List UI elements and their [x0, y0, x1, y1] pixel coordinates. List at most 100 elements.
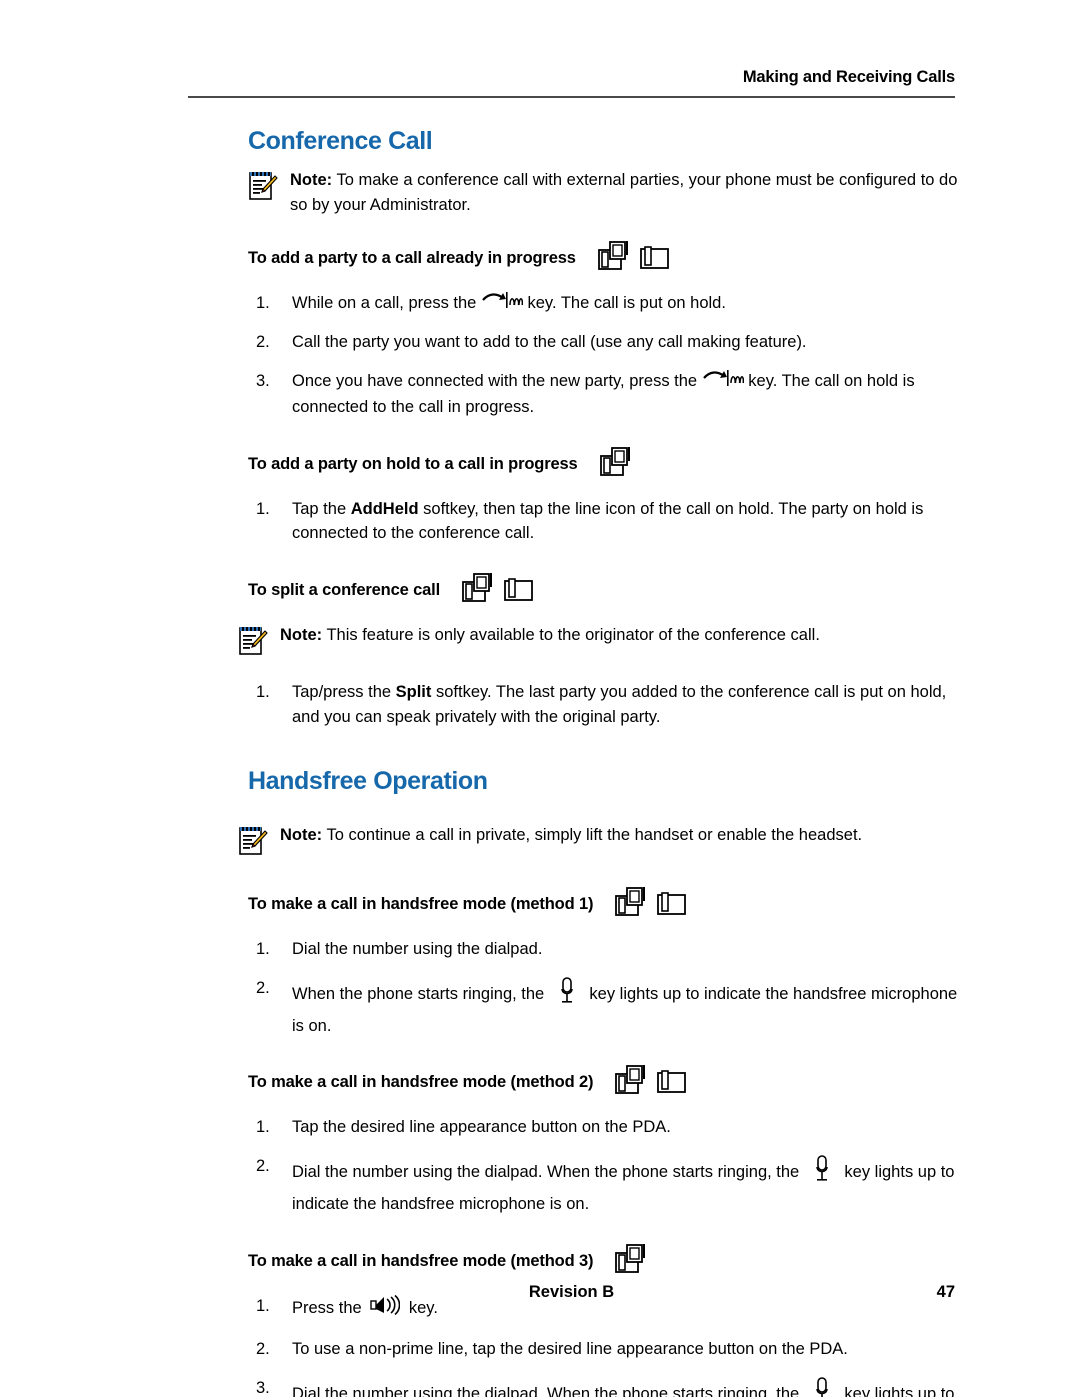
step-number: 2. — [256, 1340, 270, 1359]
step-number: 2. — [256, 1157, 270, 1176]
pda-phone-icon — [615, 1243, 649, 1280]
subhead-icons — [615, 1243, 657, 1280]
revision-label: Revision B — [528, 1283, 615, 1301]
subhead-add-party-on-hold: To add a party on hold to a call in prog… — [248, 446, 958, 483]
steps-handsfree-method-1: 1. Dial the number using the dialpad. 2.… — [248, 937, 958, 1038]
pda-phone-icon — [615, 1064, 649, 1101]
conference-key-icon — [481, 291, 523, 317]
subhead-label: To make a call in handsfree mode (method… — [248, 1073, 594, 1092]
step-number: 1. — [256, 1118, 270, 1137]
step-item: 1. Dial the number using the dialpad. — [248, 937, 958, 962]
notepad-pencil-icon — [248, 170, 278, 207]
step-text: To use a non-prime line, tap the desired… — [292, 1340, 848, 1359]
desk-phone-icon — [504, 572, 536, 609]
step-number: 3. — [256, 372, 270, 391]
step-item: 2. When the phone starts ringing, the ke… — [248, 976, 958, 1039]
microphone-icon — [559, 976, 575, 1014]
subhead-icons — [597, 240, 680, 277]
subhead-label: To make a call in handsfree mode (method… — [248, 895, 594, 914]
subhead-handsfree-method-2: To make a call in handsfree mode (method… — [248, 1064, 958, 1101]
step-item: 1. Tap the AddHeld softkey, then tap the… — [248, 497, 958, 547]
step-item: 1. While on a call, press the key. The c… — [248, 291, 958, 317]
subhead-icons — [615, 886, 697, 923]
subhead-icons — [599, 446, 642, 483]
step-item: 2. To use a non-prime line, tap the desi… — [248, 1337, 958, 1362]
step-number: 1. — [256, 293, 270, 312]
step-text: While on a call, press the key. The call… — [292, 291, 726, 312]
subhead-handsfree-method-3: To make a call in handsfree mode (method… — [248, 1243, 958, 1280]
step-number: 1. — [256, 499, 270, 518]
step-text-after: key. The call is put on hold. — [522, 293, 726, 312]
subhead-icons — [462, 572, 544, 609]
step-text-bold: AddHeld — [350, 499, 419, 518]
step-item: 1. Tap the desired line appearance butto… — [248, 1115, 958, 1140]
step-text: Once you have connected with the new par… — [292, 369, 915, 416]
step-number: 1. — [256, 683, 270, 702]
note-label: Note: — [290, 170, 333, 189]
subhead-split-conference: To split a conference call — [248, 572, 958, 609]
step-text-bold: Split — [395, 683, 432, 702]
note-body: To continue a call in private, simply li… — [322, 826, 863, 845]
pda-phone-icon — [462, 572, 496, 609]
microphone-icon — [814, 1154, 830, 1192]
step-item: 2. Call the party you want to add to the… — [248, 330, 958, 355]
note-text: Note: To make a conference call with ext… — [290, 168, 958, 218]
steps-add-party-in-progress: 1. While on a call, press the key. The c… — [248, 291, 958, 420]
content-column: Conference Call Note: To make a conferen… — [239, 127, 958, 1397]
document-page: Making and Receiving Calls Conference Ca… — [0, 0, 1080, 1397]
notepad-pencil-icon — [238, 625, 268, 662]
subhead-handsfree-method-1: To make a call in handsfree mode (method… — [248, 886, 958, 923]
step-text: Tap the desired line appearance button o… — [292, 1118, 671, 1137]
step-item: 1. Tap/press the Split softkey. The last… — [248, 680, 958, 730]
header-rule — [188, 96, 955, 98]
step-text: Dial the number using the dialpad. — [292, 940, 543, 959]
step-text: When the phone starts ringing, the key l… — [292, 977, 957, 1035]
step-number: 2. — [256, 978, 270, 997]
note-label: Note: — [280, 626, 323, 645]
section-title-conference-call: Conference Call — [248, 127, 433, 155]
conference-key-icon — [702, 369, 744, 395]
step-text-before: While on a call, press the — [292, 293, 481, 312]
pda-phone-icon — [615, 886, 649, 923]
page-number: 47 — [936, 1283, 955, 1301]
step-number: 3. — [256, 1379, 270, 1397]
subhead-icons — [615, 1064, 697, 1101]
subhead-add-party-in-progress: To add a party to a call already in prog… — [248, 240, 958, 277]
pda-phone-icon — [599, 446, 634, 483]
steps-add-party-on-hold: 1. Tap the AddHeld softkey, then tap the… — [248, 497, 958, 547]
step-text-before: Dial the number using the dialpad. When … — [292, 1163, 804, 1182]
note-body: To make a conference call with external … — [290, 170, 958, 214]
step-text: Call the party you want to add to the ca… — [292, 333, 807, 352]
note-text: Note: This feature is only available to … — [280, 623, 958, 648]
pda-phone-icon — [597, 240, 632, 277]
running-header: Making and Receiving Calls — [742, 68, 955, 86]
step-text: Tap the AddHeld softkey, then tap the li… — [292, 500, 923, 543]
steps-handsfree-method-2: 1. Tap the desired line appearance butto… — [248, 1115, 958, 1216]
step-text: Tap/press the Split softkey. The last pa… — [292, 683, 946, 726]
note-conference-call: Note: To make a conference call with ext… — [248, 168, 958, 218]
step-text-before: Once you have connected with the new par… — [292, 372, 702, 391]
note-label: Note: — [280, 826, 323, 845]
microphone-icon — [814, 1376, 830, 1397]
step-text: Dial the number using the dialpad. When … — [292, 1155, 954, 1213]
desk-phone-icon — [657, 886, 689, 923]
note-split-conference: Note: This feature is only available to … — [238, 623, 958, 662]
step-number: 2. — [256, 333, 270, 352]
subhead-label: To add a party to a call already in prog… — [248, 248, 576, 267]
note-body: This feature is only available to the or… — [322, 626, 820, 645]
step-text-before: When the phone starts ringing, the — [292, 985, 549, 1004]
note-text: Note: To continue a call in private, sim… — [280, 823, 958, 848]
step-text-before: Tap/press the — [292, 683, 396, 702]
subhead-label: To split a conference call — [248, 581, 441, 600]
step-text-before: Tap the — [292, 499, 351, 518]
subhead-label: To make a call in handsfree mode (method… — [248, 1251, 594, 1270]
step-item: 3. Once you have connected with the new … — [248, 369, 958, 420]
subhead-label: To add a party on hold to a call in prog… — [248, 454, 578, 473]
step-item: 2. Dial the number using the dialpad. Wh… — [248, 1154, 958, 1217]
step-text-before: Dial the number using the dialpad. When … — [292, 1385, 804, 1397]
step-number: 1. — [256, 940, 270, 959]
notepad-pencil-icon — [238, 825, 268, 862]
note-handsfree: Note: To continue a call in private, sim… — [238, 823, 958, 862]
steps-handsfree-method-3: 1. Press the key. 2. To use a non-prime … — [248, 1294, 958, 1397]
section-title-handsfree-operation: Handsfree Operation — [248, 766, 488, 795]
